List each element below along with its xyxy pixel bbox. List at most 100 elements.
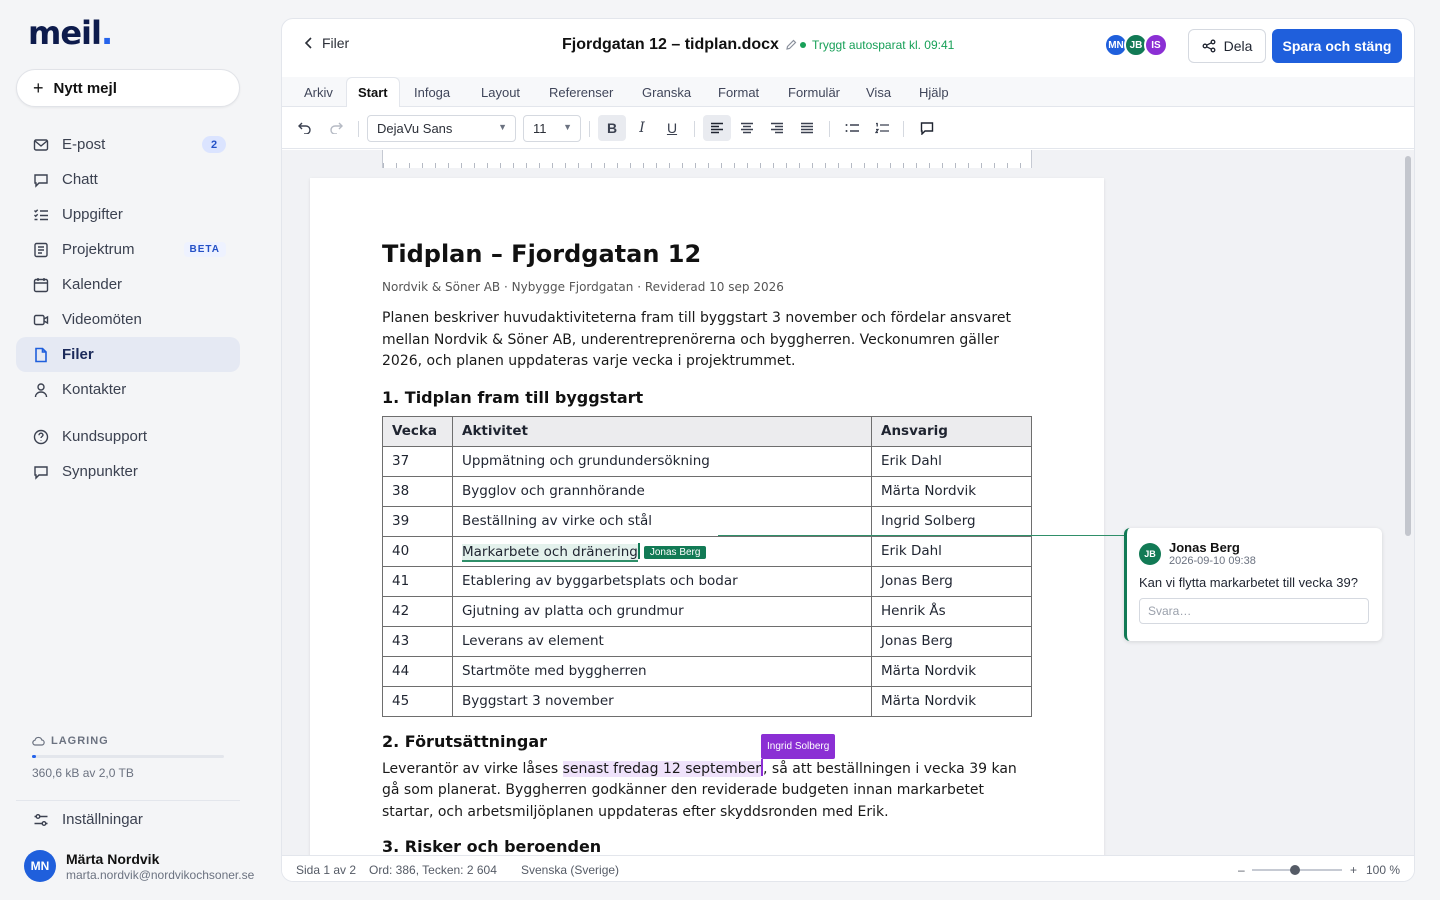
- commented-text[interactable]: Markarbete och dränering: [462, 543, 638, 562]
- sidebar-item-label: Projektrum: [62, 241, 135, 258]
- redo-icon: [330, 122, 343, 134]
- contact-icon: [32, 381, 50, 399]
- week-cell: 44: [382, 655, 453, 687]
- align-right-button[interactable]: [765, 115, 789, 141]
- numbered-list-button[interactable]: [870, 115, 894, 141]
- share-button[interactable]: Dela: [1188, 29, 1266, 63]
- week-cell: 40: [382, 535, 453, 567]
- document-body[interactable]: Tidplan – Fjordgatan 12 Nordvik & Söner …: [382, 240, 1032, 855]
- toolbar-divider: [829, 121, 830, 137]
- table-row: 37 Uppmätning och grundundersökning Erik D…: [382, 445, 1032, 477]
- column-header: Ansvarig: [871, 415, 1032, 447]
- save-and-close-button[interactable]: Spara och stäng: [1272, 29, 1402, 63]
- tab-granska[interactable]: Granska: [631, 77, 702, 107]
- sidebar-item-calendar[interactable]: Kalender: [16, 267, 240, 302]
- font-size-select[interactable]: 11 ▼: [523, 115, 581, 142]
- comment-button[interactable]: [915, 115, 939, 141]
- sidebar-item-contacts[interactable]: Kontakter: [16, 372, 240, 407]
- underline-button[interactable]: U: [660, 115, 684, 141]
- zoom-slider[interactable]: [1252, 865, 1342, 875]
- avatar[interactable]: IS: [1144, 33, 1168, 57]
- chevron-down-icon: ▼: [563, 122, 572, 132]
- redo-button[interactable]: [325, 115, 347, 141]
- justify-button[interactable]: [795, 115, 819, 141]
- document-page[interactable]: Tidplan – Fjordgatan 12 Nordvik & Söner …: [310, 178, 1104, 855]
- chevron-left-icon: [304, 37, 312, 49]
- share-label: Dela: [1223, 38, 1253, 54]
- sidebar-item-video[interactable]: Videomöten: [16, 302, 240, 337]
- video-icon: [32, 311, 50, 329]
- owner-cell: Märta Nordvik: [871, 655, 1032, 687]
- sidebar-item-projects[interactable]: Projektrum BETA: [16, 232, 240, 267]
- bold-button[interactable]: B: [598, 115, 626, 141]
- sidebar-item-tasks[interactable]: Uppgifter: [16, 197, 240, 232]
- activity-cell: Byggstart 3 november: [452, 685, 872, 717]
- italic-button[interactable]: I: [630, 115, 654, 141]
- table-row: 38 Bygglov och grannhörande Märta Nordvik: [382, 475, 1032, 507]
- prerequisites-paragraph: Leverantör av virke låses senast fredag …: [382, 733, 1032, 824]
- back-to-files-link[interactable]: Filer: [304, 35, 349, 51]
- undo-icon: [298, 122, 311, 134]
- main-nav: E-post 2 Chatt Uppgifter Projektrum BETA…: [16, 127, 240, 489]
- app-logo[interactable]: meil.: [28, 14, 113, 52]
- table-row: 39 Beställning av virke och stål Ingrid So…: [382, 505, 1032, 537]
- sidebar-item-label: Kalender: [62, 276, 123, 293]
- back-label: Filer: [322, 35, 350, 51]
- owner-cell: Henrik Ås: [871, 595, 1032, 627]
- document-title[interactable]: Fjordgatan 12 – tidplan.docx: [562, 36, 797, 54]
- align-center-button[interactable]: [735, 115, 759, 141]
- table-row: 44 Startmöte med byggherren Märta Nordvik: [382, 655, 1032, 687]
- sidebar-item-support[interactable]: Kundsupport: [16, 419, 240, 454]
- collaborator-cursor: Ingrid Solberg: [761, 733, 836, 776]
- pencil-icon[interactable]: [785, 39, 797, 51]
- comment-icon: [920, 122, 934, 135]
- user-profile[interactable]: MN Märta Nordvik marta.nordvik@nordvikoc…: [24, 850, 254, 882]
- tab-infoga[interactable]: Infoga: [403, 77, 461, 107]
- comment-reply-input[interactable]: [1139, 598, 1369, 624]
- zoom-in-button[interactable]: +: [1350, 863, 1357, 877]
- tab-formular[interactable]: Formulär: [777, 77, 851, 107]
- language-indicator[interactable]: Svenska (Sverige): [521, 863, 619, 877]
- tab-visa[interactable]: Visa: [855, 77, 902, 107]
- tab-arkiv[interactable]: Arkiv: [293, 77, 344, 107]
- sidebar-item-label: Chatt: [62, 171, 98, 188]
- tab-layout[interactable]: Layout: [470, 77, 531, 107]
- tab-format[interactable]: Format: [707, 77, 770, 107]
- comment-text: Kan vi flytta markarbetet till vecka 39?: [1139, 575, 1358, 590]
- owner-cell: Ingrid Solberg: [871, 505, 1032, 537]
- sidebar-item-chat[interactable]: Chatt: [16, 162, 240, 197]
- font-family-select[interactable]: DejaVu Sans ▼: [367, 115, 516, 142]
- unread-badge: 2: [202, 136, 226, 153]
- storage-text: 360,6 kB av 2,0 TB: [32, 766, 134, 780]
- week-cell: 41: [382, 565, 453, 597]
- tab-hjalp[interactable]: Hjälp: [908, 77, 960, 107]
- bullet-list-button[interactable]: [840, 115, 864, 141]
- sidebar-item-feedback[interactable]: Synpunkter: [16, 454, 240, 489]
- undo-button[interactable]: [294, 115, 316, 141]
- activity-cell: Etablering av byggarbetsplats och bodar: [452, 565, 872, 597]
- tab-start[interactable]: Start: [346, 77, 400, 108]
- sidebar-item-settings[interactable]: Inställningar: [16, 802, 240, 837]
- storage-label: LAGRING: [32, 735, 224, 747]
- tab-referenser[interactable]: Referenser: [538, 77, 624, 107]
- beta-badge: BETA: [183, 242, 226, 257]
- file-icon: [32, 346, 50, 364]
- sidebar-item-email[interactable]: E-post 2: [16, 127, 240, 162]
- align-right-icon: [771, 122, 783, 134]
- sidebar-item-label: Kontakter: [62, 381, 127, 398]
- vertical-scrollbar[interactable]: [1402, 150, 1412, 855]
- comment-card[interactable]: JB Jonas Berg 2026-09-10 09:38 Kan vi fl…: [1124, 528, 1382, 641]
- compose-button[interactable]: + Nytt mejl: [16, 69, 240, 107]
- selected-text[interactable]: senast fredag 12 september: [562, 760, 762, 777]
- storage-bar: [32, 755, 224, 758]
- zoom-out-button[interactable]: –: [1238, 863, 1245, 877]
- align-left-button[interactable]: [703, 115, 731, 141]
- tasks-icon: [32, 206, 50, 224]
- scrollbar-thumb[interactable]: [1405, 156, 1411, 536]
- document-canvas[interactable]: Tidplan – Fjordgatan 12 Nordvik & Söner …: [282, 150, 1414, 855]
- chat-icon: [32, 171, 50, 189]
- sidebar-item-files[interactable]: Filer: [16, 337, 240, 372]
- ruler-scale: [382, 150, 1032, 168]
- zoom-slider-handle[interactable]: [1290, 865, 1301, 875]
- toolbar-divider: [903, 121, 904, 137]
